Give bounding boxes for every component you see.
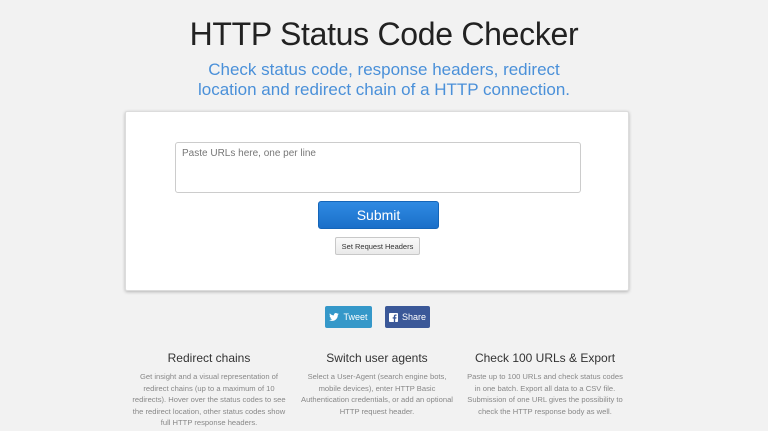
feature-check-export: Check 100 URLs & Export Paste up to 100 … [466, 351, 624, 417]
feature-description: Paste up to 100 URLs and check status co… [467, 372, 623, 416]
page-subtitle: Check status code, response headers, red… [0, 60, 768, 100]
feature-description: Get insight and a visual representation … [132, 372, 286, 427]
check-form-panel: Submit Set Request Headers [125, 111, 629, 291]
submit-button[interactable]: Submit [318, 201, 439, 229]
feature-title: Check 100 URLs & Export [474, 351, 616, 365]
subtitle-line-2: location and redirect chain of a HTTP co… [197, 80, 570, 99]
page-title: HTTP Status Code Checker [189, 16, 579, 52]
feature-description: Select a User-Agent (search engine bots,… [301, 372, 453, 416]
feature-switch-user-agents: Switch user agents Select a User-Agent (… [298, 351, 456, 417]
set-request-headers-button[interactable]: Set Request Headers [335, 237, 420, 255]
feature-title: Switch user agents [326, 351, 428, 365]
facebook-icon [388, 312, 398, 322]
twitter-bird-icon [329, 313, 340, 321]
tweet-label: Tweet [343, 312, 368, 322]
facebook-share-label: Share [401, 312, 427, 322]
tweet-button[interactable]: Tweet [325, 306, 372, 328]
feature-title: Redirect chains [167, 351, 251, 365]
feature-redirect-chains: Redirect chains Get insight and a visual… [130, 351, 288, 429]
subtitle-line-1: Check status code, response headers, red… [208, 60, 560, 79]
facebook-share-button[interactable]: Share [385, 306, 430, 328]
url-input[interactable] [175, 142, 581, 193]
